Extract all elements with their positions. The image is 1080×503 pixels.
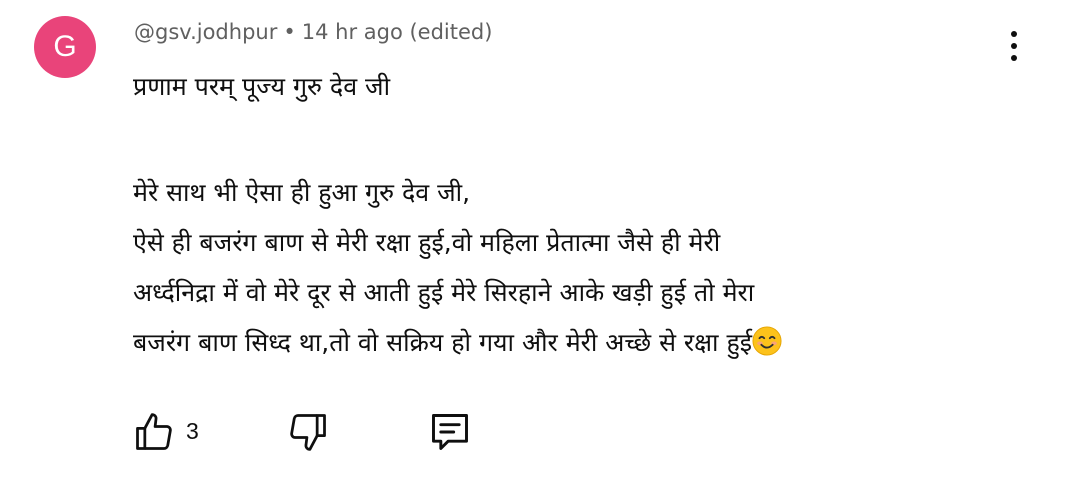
author-handle[interactable]: @gsv.jodhpur (134, 20, 277, 44)
comment-meta: @gsv.jodhpur • 14 hr ago (edited) (134, 20, 492, 44)
smiling-face-emoji (752, 326, 782, 356)
comment-line-last: बजरंग बाण सिध्द था,तो वो सक्रिय हो गया औ… (133, 318, 1033, 368)
like-button[interactable] (132, 408, 176, 456)
meta-separator: • (283, 20, 296, 44)
comment-reply-icon (432, 414, 468, 450)
avatar[interactable]: G (34, 16, 96, 78)
like-count: 3 (186, 418, 199, 444)
thumbs-up-icon (136, 413, 172, 450)
comment-line: मेरे साथ भी ऐसा ही हुआ गुरु देव जी, (133, 178, 471, 207)
comment-text: प्रणाम परम् पूज्य गुरु देव जी मेरे साथ भ… (133, 62, 1033, 368)
thumbs-down-icon (290, 414, 326, 451)
dislike-button[interactable] (286, 408, 330, 456)
avatar-letter: G (53, 30, 77, 63)
comment-card: G @gsv.jodhpur • 14 hr ago (edited) प्रणाम… (0, 0, 1080, 503)
comment-line: प्रणाम परम् पूज्य गुरु देव जी (133, 72, 391, 101)
comment-line: अर्ध्दनिद्रा में वो मेरे दूर से आती हुई … (133, 278, 755, 307)
comment-timestamp: 14 hr ago (edited) (301, 20, 493, 44)
comment-line-text: बजरंग बाण सिध्द था,तो वो सक्रिय हो गया औ… (133, 328, 753, 357)
comment-line: ऐसे ही बजरंग बाण से मेरी रक्षा हुई,वो मह… (133, 228, 721, 257)
reply-button[interactable] (428, 408, 472, 456)
